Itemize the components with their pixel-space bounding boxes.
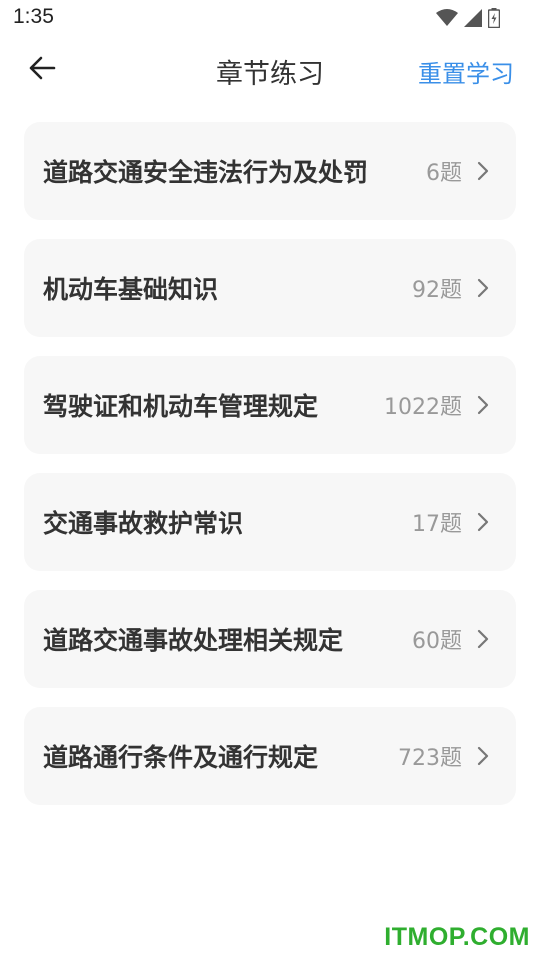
chevron-right-icon: [477, 278, 489, 298]
chapter-item[interactable]: 道路交通安全违法行为及处罚 6题: [24, 122, 516, 220]
chapter-list: 道路交通安全违法行为及处罚 6题 机动车基础知识 92题 驾驶证和机动车管理规定…: [24, 122, 516, 824]
status-icons: [436, 8, 500, 28]
chapter-name: 道路交通安全违法行为及处罚: [43, 158, 369, 187]
nav-bar: 章节练习 重置学习: [0, 36, 540, 104]
chapter-name: 交通事故救护常识: [43, 509, 244, 538]
chevron-right-icon: [477, 629, 489, 649]
chapter-name: 机动车基础知识: [43, 275, 219, 304]
status-bar: 1:35: [0, 0, 540, 36]
chapter-item[interactable]: 驾驶证和机动车管理规定 1022题: [24, 356, 516, 454]
reset-study-button[interactable]: 重置学习: [418, 54, 514, 89]
chapter-name: 驾驶证和机动车管理规定: [43, 392, 319, 421]
chapter-item[interactable]: 交通事故救护常识 17题: [24, 473, 516, 571]
chapter-question-count: 723题: [396, 740, 462, 772]
chapter-item[interactable]: 道路交通事故处理相关规定 60题: [24, 590, 516, 688]
chapter-question-count: 1022题: [382, 389, 462, 421]
chevron-right-icon: [477, 746, 489, 766]
chapter-question-count: 60题: [410, 623, 462, 655]
chapter-question-count: 17题: [410, 506, 462, 538]
signal-icon: [464, 9, 482, 27]
watermark-logo: ITMOP.COM: [384, 923, 530, 951]
chevron-right-icon: [477, 512, 489, 532]
chapter-question-count: 92题: [410, 272, 462, 304]
chapter-name: 道路交通事故处理相关规定: [43, 626, 344, 655]
chapter-item[interactable]: 机动车基础知识 92题: [24, 239, 516, 337]
chapter-item[interactable]: 道路通行条件及通行规定 723题: [24, 707, 516, 805]
chapter-name: 道路通行条件及通行规定: [43, 743, 319, 772]
wifi-icon: [436, 9, 458, 27]
chevron-right-icon: [477, 161, 489, 181]
chapter-question-count: 6题: [424, 155, 462, 187]
chevron-right-icon: [477, 395, 489, 415]
status-time: 1:35: [13, 5, 54, 28]
battery-icon: [488, 8, 500, 28]
